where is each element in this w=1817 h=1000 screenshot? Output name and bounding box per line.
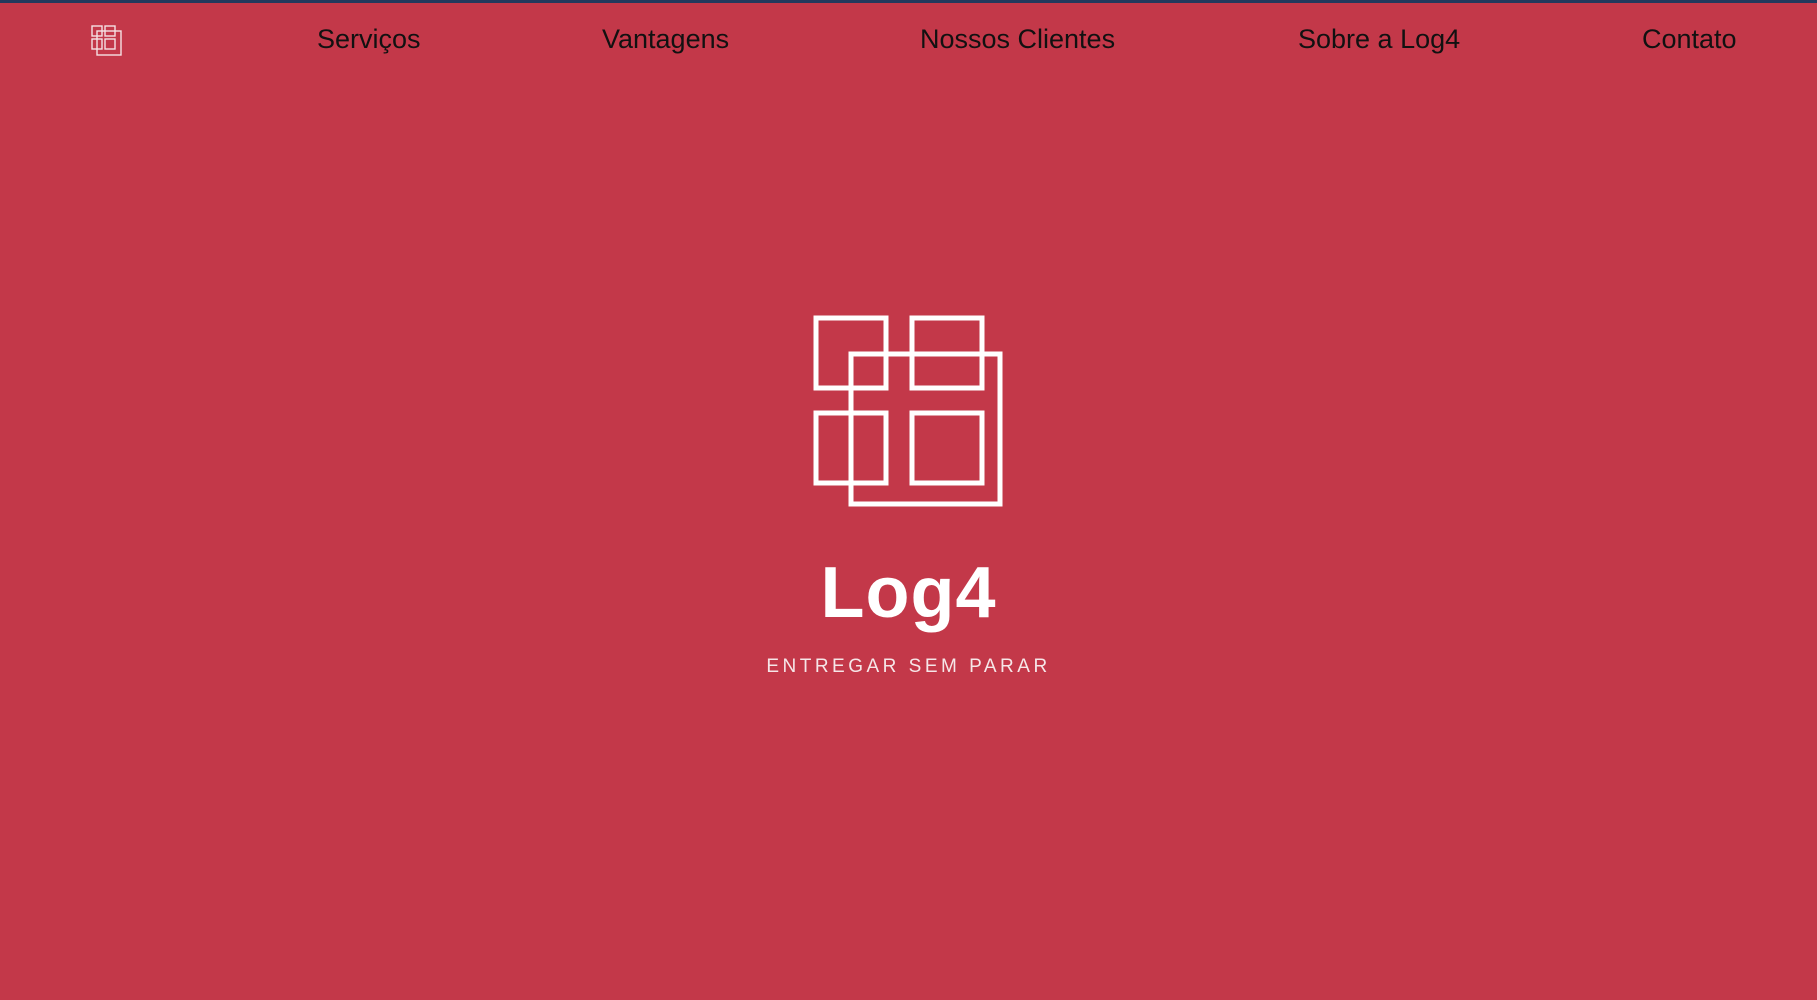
brand-tagline: ENTREGAR SEM PARAR [766, 656, 1051, 677]
log4-logo-icon [91, 25, 123, 57]
brand-name: Log4 [820, 553, 997, 633]
hero-section: Log4 ENTREGAR SEM PARAR [0, 75, 1817, 1000]
nav-link-sobre[interactable]: Sobre a Log4 [1298, 21, 1460, 57]
nav-link-contato[interactable]: Contato [1642, 21, 1737, 57]
navbar: Serviços Vantagens Nossos Clientes Sobre… [0, 3, 1817, 75]
nav-link-vantagens[interactable]: Vantagens [602, 21, 729, 57]
nav-link-nossos-clientes[interactable]: Nossos Clientes [920, 21, 1115, 57]
log4-logo-mark-icon [813, 315, 1003, 507]
nav-logo-link[interactable] [91, 25, 123, 57]
nav-link-servicos[interactable]: Serviços [317, 21, 421, 57]
